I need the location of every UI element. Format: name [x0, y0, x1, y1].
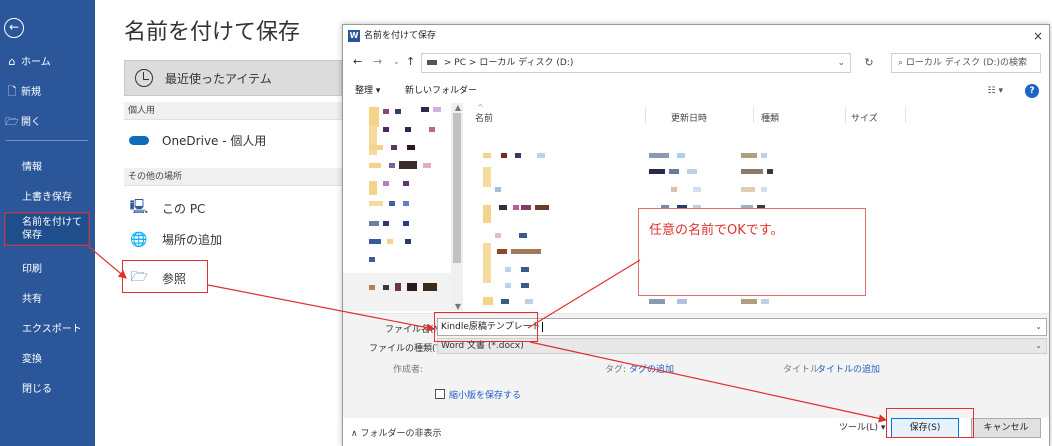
arrow-to-browse	[87, 245, 127, 279]
arrow-to-save	[529, 341, 888, 423]
callout-pointer	[527, 259, 641, 329]
arrow-to-filename	[207, 284, 436, 332]
annotation-arrows	[87, 245, 888, 423]
